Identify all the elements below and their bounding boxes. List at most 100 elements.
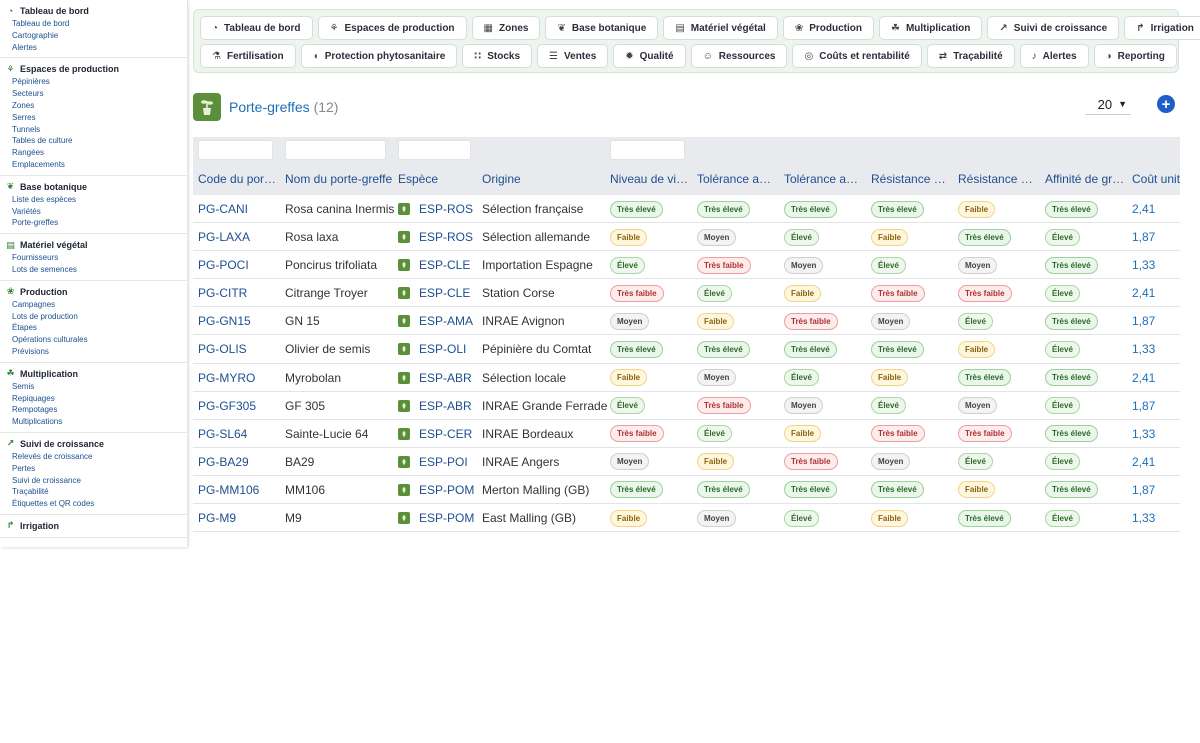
table-row[interactable]: PG-M9 M9 ESP-POM East Malling (GB) Faible Moy…	[193, 504, 1180, 532]
add-rootstock-button[interactable]: +	[1157, 95, 1175, 113]
sidebar-heading-materiel-vegetal[interactable]: ▤ Matériel végétal	[0, 238, 187, 252]
table-row[interactable]: PG-CANI Rosa canina Inermis ESP-ROS Sélecti…	[193, 195, 1180, 224]
sidebar-heading-suivi-de-croissance[interactable]: ↗ Suivi de croissance	[0, 437, 187, 451]
table-row[interactable]: PG-MYRO Myrobolan ESP-ABR Sélection locale F…	[193, 363, 1180, 392]
species-link[interactable]: ESP-POM	[398, 504, 474, 532]
sidebar-item-pertes[interactable]: Pertes	[0, 463, 187, 475]
table-row[interactable]: PG-BA29 BA29 ESP-POI INRAE Angers Moyen Faibl…	[193, 447, 1180, 476]
sidebar-item-rangees[interactable]: Rangées	[0, 147, 187, 159]
rootstock-code-link[interactable]: PG-GF305	[198, 392, 256, 420]
sidebar-heading-tableau-de-bord[interactable]: ◔ Tableau de bord	[0, 4, 187, 18]
sidebar-item-porte-greffes[interactable]: Porte-greffes	[0, 217, 187, 229]
sidebar-item-rempotages[interactable]: Rempotages	[0, 404, 187, 416]
sidebar-item-repiquages[interactable]: Repiquages	[0, 393, 187, 405]
per-page-select[interactable]: 20 ▼	[1085, 94, 1131, 115]
table-row[interactable]: PG-LAXA Rosa laxa ESP-ROS Sélection alleman…	[193, 223, 1180, 252]
rootstock-code-link[interactable]: PG-SL64	[198, 420, 247, 448]
sidebar-item-pepinieres[interactable]: Pépinières	[0, 76, 187, 88]
nav-button-suivi-de-croissance[interactable]: ↗ Suivi de croissance	[987, 16, 1120, 40]
column-header-11[interactable]: Coût unita	[1132, 172, 1180, 186]
column-header-4[interactable]: Origine	[482, 172, 602, 186]
species-link[interactable]: ESP-CLE	[398, 279, 470, 307]
sidebar-item-emplacements[interactable]: Emplacements	[0, 159, 187, 171]
sidebar-heading-espaces-de-production[interactable]: ⚘ Espaces de production	[0, 62, 187, 76]
sidebar-item-cartographie[interactable]: Cartographie	[0, 30, 187, 42]
nav-button-ressources[interactable]: ☺ Ressources	[690, 44, 788, 68]
nav-button-reporting[interactable]: ◑ Reporting	[1093, 44, 1177, 68]
species-link[interactable]: ESP-CER	[398, 420, 472, 448]
species-link[interactable]: ESP-ROS	[398, 195, 473, 223]
table-row[interactable]: PG-GF305 GF 305 ESP-ABR INRAE Grande Ferrad…	[193, 391, 1180, 420]
table-row[interactable]: PG-POCI Poncirus trifoliata ESP-CLE Importa…	[193, 251, 1180, 280]
filter-input-col-4[interactable]	[610, 140, 685, 160]
sidebar-item-multiplications[interactable]: Multiplications	[0, 416, 187, 428]
nav-button-protection-phytosanitaire[interactable]: ◖ Protection phytosanitaire	[300, 44, 458, 68]
rootstock-code-link[interactable]: PG-POCI	[198, 251, 249, 279]
species-link[interactable]: ESP-POM	[398, 476, 474, 504]
rootstock-code-link[interactable]: PG-LAXA	[198, 223, 250, 251]
species-link[interactable]: ESP-ABR	[398, 392, 472, 420]
sidebar-item-zones[interactable]: Zones	[0, 100, 187, 112]
species-link[interactable]: ESP-AMA	[398, 307, 473, 335]
table-row[interactable]: PG-SL64 Sainte-Lucie 64 ESP-CER INRAE Borde…	[193, 419, 1180, 448]
sidebar-item-lots-de-semences[interactable]: Lots de semences	[0, 264, 187, 276]
table-row[interactable]: PG-GN15 GN 15 ESP-AMA INRAE Avignon Moyen Fai…	[193, 307, 1180, 336]
rootstock-code-link[interactable]: PG-CITR	[198, 279, 247, 307]
sidebar-heading-irrigation[interactable]: ↱ Irrigation	[0, 519, 187, 533]
nav-button-alertes[interactable]: ♪ Alertes	[1019, 44, 1089, 68]
species-link[interactable]: ESP-ROS	[398, 223, 473, 251]
sidebar-heading-base-botanique[interactable]: ❦ Base botanique	[0, 180, 187, 194]
column-header-1[interactable]: Code du port…	[198, 172, 278, 186]
sidebar-item-releves-de-croissance[interactable]: Relevés de croissance	[0, 451, 187, 463]
sidebar-item-lots-de-production[interactable]: Lots de production	[0, 311, 187, 323]
column-header-6[interactable]: Tolérance au…	[697, 172, 777, 186]
nav-button-tracabilite[interactable]: ⇄ Traçabilité	[926, 44, 1015, 68]
filter-input-col-0[interactable]	[198, 140, 273, 160]
sidebar-item-liste-des-especes[interactable]: Liste des espèces	[0, 194, 187, 206]
nav-button-tableau-de-bord[interactable]: ◔ Tableau de bord	[200, 16, 313, 40]
rootstock-code-link[interactable]: PG-GN15	[198, 307, 251, 335]
sidebar-item-secteurs[interactable]: Secteurs	[0, 88, 187, 100]
column-header-9[interactable]: Résistance a…	[958, 172, 1038, 186]
sidebar-item-tableau-de-bord[interactable]: Tableau de bord	[0, 18, 187, 30]
rootstock-code-link[interactable]: PG-MM106	[198, 476, 259, 504]
species-link[interactable]: ESP-OLI	[398, 335, 466, 363]
sidebar-item-serres[interactable]: Serres	[0, 112, 187, 124]
nav-button-fertilisation[interactable]: ⚗ Fertilisation	[200, 44, 296, 68]
rootstock-code-link[interactable]: PG-M9	[198, 504, 236, 532]
rootstock-code-link[interactable]: PG-CANI	[198, 195, 248, 223]
column-header-10[interactable]: Affinité de gr…	[1045, 172, 1125, 186]
nav-button-multiplication[interactable]: ☘ Multiplication	[878, 16, 983, 40]
sidebar-heading-multiplication[interactable]: ☘ Multiplication	[0, 367, 187, 381]
sidebar-item-tracabilite[interactable]: Traçabilité	[0, 486, 187, 498]
sidebar-item-etiquettes-et-qr-codes[interactable]: Étiquettes et QR codes	[0, 498, 187, 510]
sidebar-item-previsions[interactable]: Prévisions	[0, 346, 187, 358]
column-header-7[interactable]: Tolérance au…	[784, 172, 864, 186]
nav-button-base-botanique[interactable]: ❦ Base botanique	[545, 16, 659, 40]
sidebar-item-varietes[interactable]: Variétés	[0, 206, 187, 218]
column-header-5[interactable]: Niveau de vi…	[610, 172, 690, 186]
column-header-8[interactable]: Résistance à…	[871, 172, 951, 186]
rootstock-code-link[interactable]: PG-OLIS	[198, 335, 247, 363]
sidebar-heading-production[interactable]: ❀ Production	[0, 285, 187, 299]
filter-input-col-1[interactable]	[285, 140, 386, 160]
nav-button-couts-et-rentabilite[interactable]: ◎ Coûts et rentabilité	[792, 44, 922, 68]
nav-button-materiel-vegetal[interactable]: ▤ Matériel végétal	[663, 16, 778, 40]
sidebar-item-suivi-de-croissance[interactable]: Suivi de croissance	[0, 475, 187, 487]
table-row[interactable]: PG-OLIS Olivier de semis ESP-OLI Pépinière …	[193, 335, 1180, 364]
table-row[interactable]: PG-MM106 MM106 ESP-POM Merton Malling (GB) T…	[193, 475, 1180, 505]
sidebar-item-semis[interactable]: Semis	[0, 381, 187, 393]
rootstock-code-link[interactable]: PG-BA29	[198, 448, 249, 476]
nav-button-zones[interactable]: ▦ Zones	[471, 16, 541, 40]
sidebar-item-tunnels[interactable]: Tunnels	[0, 124, 187, 136]
species-link[interactable]: ESP-POI	[398, 448, 468, 476]
rootstock-code-link[interactable]: PG-MYRO	[198, 364, 255, 392]
nav-button-espaces-de-production[interactable]: ⚘ Espaces de production	[317, 16, 467, 40]
nav-button-stocks[interactable]: ∷ Stocks	[462, 44, 533, 68]
table-row[interactable]: PG-CITR Citrange Troyer ESP-CLE Station Cor…	[193, 279, 1180, 308]
column-header-2[interactable]: Nom du porte-greffe	[285, 172, 393, 186]
sidebar-item-campagnes[interactable]: Campagnes	[0, 299, 187, 311]
species-link[interactable]: ESP-ABR	[398, 364, 472, 392]
sidebar-item-alertes[interactable]: Alertes	[0, 42, 187, 54]
nav-button-qualite[interactable]: ✹ Qualité	[613, 44, 686, 68]
